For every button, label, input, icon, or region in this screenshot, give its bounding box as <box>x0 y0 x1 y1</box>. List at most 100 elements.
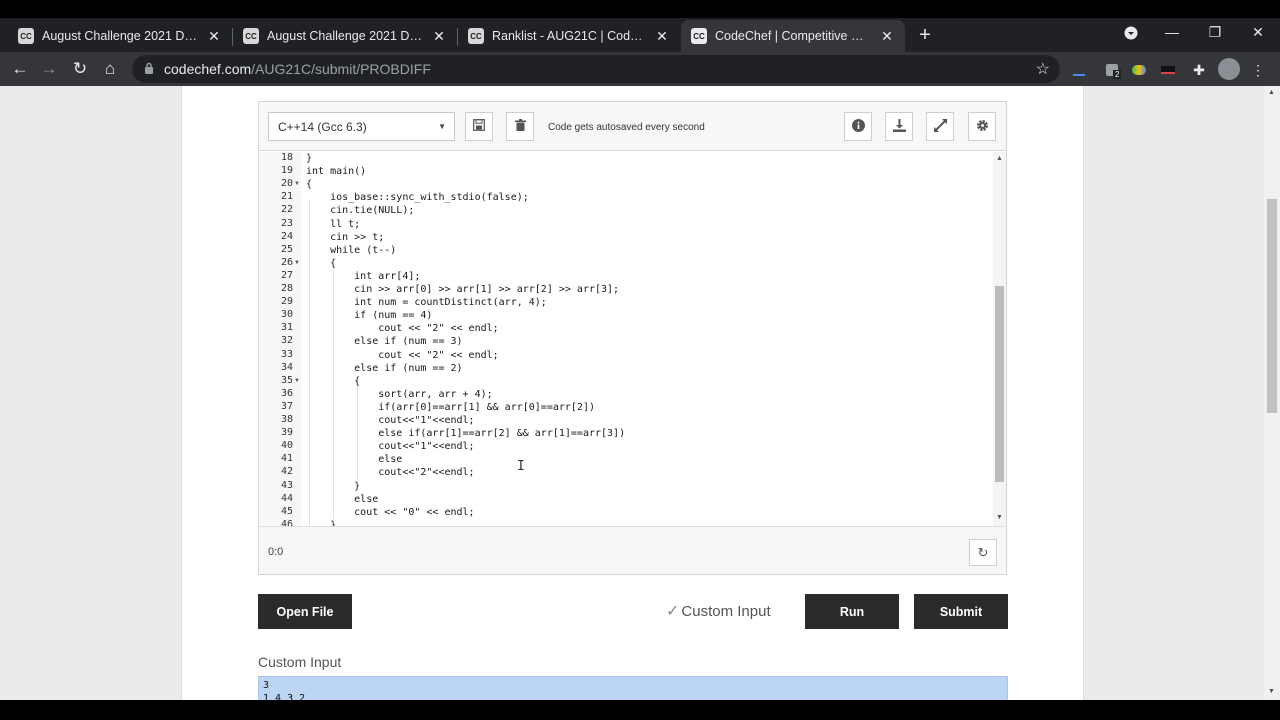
code-line: if(arr[0]==arr[1] && arr[0]==arr[2]) <box>306 401 595 413</box>
code-line: else <box>306 454 403 466</box>
line-number: 27 <box>280 269 293 281</box>
code-area[interactable]: } int main(){ ios_base::sync_with_stdio(f… <box>306 152 992 526</box>
page-viewport: C++14 (Gcc 6.3) ▼ Code gets autosaved ev… <box>0 86 1264 700</box>
line-number: 37 <box>280 400 293 412</box>
expand-icon <box>933 118 947 135</box>
code-line: cin >> arr[0] >> arr[1] >> arr[2] >> arr… <box>306 284 620 295</box>
tab-august-challenge-2[interactable]: CC August Challenge 2021 Division 3 ✕ <box>233 20 457 52</box>
tab-codechef-active[interactable]: CC CodeChef | Competitive Programming ✕ <box>681 20 905 52</box>
custom-input-checkbox[interactable]: ✓ Custom Input <box>666 601 771 621</box>
line-number: 20 <box>280 178 293 190</box>
code-editor: C++14 (Gcc 6.3) ▼ Code gets autosaved ev… <box>258 101 1007 575</box>
extension-dark-icon[interactable] <box>1158 60 1178 80</box>
tab-close-icon[interactable]: ✕ <box>206 28 222 45</box>
line-number-gutter: 18 19 20 ▼ 21 22 23 24 25 26 ▼ 27 28 29 30 31 32 33 34 35 ▼ 3… <box>259 152 301 526</box>
tab-ranklist[interactable]: CC Ranklist - AUG21C | CodeChef ✕ <box>458 20 680 52</box>
fold-arrow-icon[interactable]: ▼ <box>294 181 300 187</box>
line-number: 29 <box>280 296 293 308</box>
bookmark-star-icon[interactable]: ☆ <box>1036 59 1050 79</box>
minimize-icon[interactable]: — <box>1161 24 1183 40</box>
editor-scroll-thumb[interactable] <box>995 286 1004 482</box>
page-scroll-down-icon[interactable]: ▼ <box>1268 688 1275 695</box>
page-scrollbar[interactable]: ▲ ▼ <box>1264 86 1280 700</box>
line-number: 33 <box>280 348 293 360</box>
autosave-note: Code gets autosaved every second <box>548 122 705 133</box>
custom-input-textarea[interactable]: 3 1 4 3 2 <box>258 676 1008 700</box>
info-button[interactable] <box>844 112 872 141</box>
restore-icon[interactable]: ❐ <box>1204 24 1226 41</box>
tab-close-icon[interactable]: ✕ <box>431 28 447 45</box>
bottom-letterbox <box>0 700 1280 720</box>
code-line: else if (num == 2) <box>306 362 463 374</box>
editor-footer: 0:0 ↻ <box>259 526 1006 574</box>
download-button[interactable] <box>885 112 913 141</box>
new-tab-button[interactable]: + <box>914 24 936 47</box>
fold-arrow-icon[interactable]: ▼ <box>294 378 300 384</box>
tab-close-icon[interactable]: ✕ <box>654 28 670 45</box>
extensions-puzzle-icon[interactable]: ✚ <box>1189 60 1209 80</box>
code-line: else if(arr[1]==arr[2] && arr[1]==arr[3]… <box>306 428 626 440</box>
tab-august-challenge-1[interactable]: CC August Challenge 2021 Division 3 ✕ <box>0 20 232 52</box>
scroll-down-icon[interactable]: ▼ <box>996 514 1003 521</box>
home-icon[interactable]: ⌂ <box>99 58 121 80</box>
line-number: 28 <box>280 283 293 294</box>
line-number: 44 <box>280 492 293 504</box>
window-close-icon[interactable]: ✕ <box>1247 24 1269 41</box>
line-number: 19 <box>280 165 293 177</box>
code-line: if (num == 4) <box>306 310 433 322</box>
lock-icon <box>144 62 160 77</box>
extension-badge-icon[interactable]: 2 <box>1102 60 1122 80</box>
delete-button[interactable] <box>506 112 534 141</box>
refresh-icon: ↻ <box>977 544 989 560</box>
cursor-position: 0:0 <box>268 546 284 558</box>
page-scroll-up-icon[interactable]: ▲ <box>1268 89 1275 96</box>
line-number: 26 <box>280 256 293 268</box>
settings-button[interactable] <box>968 112 996 141</box>
url-host: codechef.com <box>164 61 252 77</box>
tab-close-icon[interactable]: ✕ <box>879 28 895 45</box>
address-bar[interactable]: codechef.com/AUG21C/submit/PROBDIFF ☆ <box>132 55 1060 83</box>
profile-avatar[interactable] <box>1218 58 1240 80</box>
save-button[interactable] <box>465 112 493 141</box>
language-select[interactable]: C++14 (Gcc 6.3) ▼ <box>268 112 455 141</box>
extension-color-icon[interactable] <box>1129 60 1149 80</box>
checkmark-icon: ✓ <box>666 603 680 620</box>
back-arrow-icon[interactable]: ← <box>9 58 31 80</box>
gear-icon <box>976 119 989 135</box>
page-scroll-thumb[interactable] <box>1267 199 1277 413</box>
code-line: } <box>306 153 313 164</box>
code-line: while (t--) <box>306 244 397 256</box>
code-line: ll t; <box>306 218 361 230</box>
tab-search-icon[interactable] <box>1120 26 1142 43</box>
code-line: { <box>306 179 313 191</box>
code-line: { <box>306 375 361 387</box>
line-number: 45 <box>280 505 293 517</box>
fullscreen-button[interactable] <box>926 112 954 141</box>
code-line: } <box>306 480 361 492</box>
line-number: 32 <box>280 335 293 347</box>
code-line: { <box>306 257 337 269</box>
url-path: /AUG21C/submit/PROBDIFF <box>251 61 431 77</box>
code-line: int num = countDistinct(arr, 4); <box>306 297 547 309</box>
tab-title: August Challenge 2021 Division 3 <box>267 29 423 43</box>
fold-arrow-icon[interactable]: ▼ <box>294 260 300 266</box>
submit-button[interactable]: Submit <box>914 594 1008 629</box>
line-number: 23 <box>280 217 293 229</box>
reset-button[interactable]: ↻ <box>969 539 997 566</box>
reload-icon[interactable]: ↻ <box>69 58 91 80</box>
run-button[interactable]: Run <box>805 594 899 629</box>
editor-scrollbar[interactable]: ▲ ▼ <box>993 152 1006 526</box>
scroll-up-icon[interactable]: ▲ <box>996 155 1003 162</box>
extension-dash-icon[interactable] <box>1069 60 1089 80</box>
floppy-disk-icon <box>473 119 485 134</box>
code-line: cout<<"1"<<endl; <box>306 415 475 426</box>
code-line: else if (num == 3) <box>306 336 463 348</box>
custom-input-label: Custom Input <box>258 654 342 670</box>
line-number: 41 <box>280 453 293 465</box>
line-number: 36 <box>280 387 293 399</box>
open-file-button[interactable]: Open File <box>258 594 352 629</box>
line-number: 38 <box>280 414 293 425</box>
line-number: 46 <box>280 518 293 526</box>
browser-menu-icon[interactable]: ⋮ <box>1248 60 1268 80</box>
forward-arrow-icon[interactable]: → <box>38 58 60 80</box>
